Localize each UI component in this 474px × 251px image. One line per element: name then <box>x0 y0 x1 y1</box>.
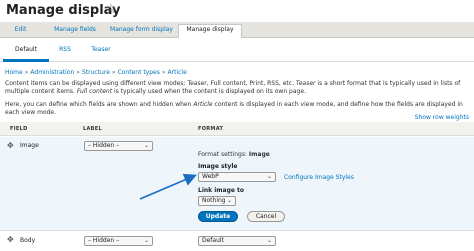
annotation-arrow-icon <box>139 173 197 200</box>
